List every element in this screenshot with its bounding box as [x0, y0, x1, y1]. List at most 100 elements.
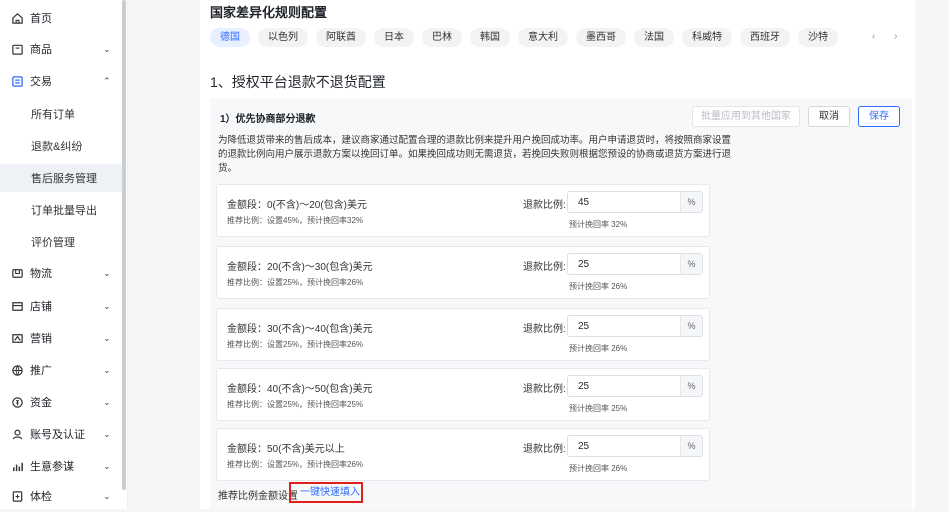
tier-estimate: 预计挽回率 25% — [569, 404, 628, 413]
tier-estimate: 预计挽回率 26% — [569, 464, 628, 473]
sidebar-sub-refunds[interactable]: 退款&纠纷 — [0, 132, 122, 160]
tier-estimate: 预计挽回率 32% — [569, 220, 628, 229]
tier-recommendation: 推荐比例：设置25%，预计挽回率26% — [227, 278, 364, 287]
home-icon — [10, 11, 24, 25]
sidebar-item-funds[interactable]: 资金 ⌄ — [0, 386, 128, 418]
sidebar-item-promotion[interactable]: 推广 ⌄ — [0, 354, 128, 386]
sidebar-item-label: 商品 — [30, 44, 52, 56]
country-config-title: 国家差异化规则配置 — [210, 5, 328, 20]
ratio-input[interactable] — [568, 376, 678, 396]
sidebar-item-shop[interactable]: 店铺 ⌄ — [0, 290, 128, 322]
sidebar-sub-batch-export[interactable]: 订单批量导出 — [0, 196, 122, 224]
sidebar-item-marketing[interactable]: 营销 ⌄ — [0, 322, 128, 354]
panel-description: 为降低退货带来的售后成本，建议商家通过配置合理的退款比例来提升用户挽回成功率。用… — [218, 135, 732, 174]
ratio-label: 退款比例: — [523, 384, 566, 395]
chevron-down-icon: ⌄ — [103, 460, 111, 471]
tier-range: 金额段：30(不含)～40(包含)美元 — [227, 324, 373, 335]
sidebar-item-product[interactable]: 商品 ⌄ — [0, 33, 128, 65]
tab-scroll-arrows[interactable]: ‹ › — [872, 31, 905, 42]
tab-uae[interactable]: 阿联酋 — [316, 28, 366, 47]
tier-range: 金额段：0(不含)～20(包含)美元 — [227, 200, 368, 211]
chevron-down-icon: ⌄ — [103, 428, 111, 439]
ratio-label: 退款比例: — [523, 262, 566, 273]
sidebar-sub-all-orders[interactable]: 所有订单 — [0, 100, 122, 128]
chevron-down-icon: ⌄ — [103, 396, 111, 407]
tab-italy[interactable]: 意大利 — [518, 28, 568, 47]
product-icon — [10, 42, 24, 56]
amount-tier-row: 金额段：20(不含)～30(包含)美元 推荐比例：设置25%，预计挽回率26% … — [216, 246, 710, 299]
sidebar-item-home[interactable]: 首页 — [0, 2, 128, 34]
analytics-icon — [10, 459, 24, 473]
tab-saudi[interactable]: 沙特 — [798, 28, 838, 47]
chevron-down-icon: ⌄ — [103, 490, 111, 501]
chevron-down-icon: ⌄ — [103, 364, 111, 375]
ratio-input[interactable] — [568, 192, 678, 212]
sidebar-item-label: 店铺 — [30, 301, 52, 313]
tab-mexico[interactable]: 墨西哥 — [576, 28, 626, 47]
tier-recommendation: 推荐比例：设置25%，预计挽回率26% — [227, 460, 364, 469]
chevron-up-icon: ⌃ — [103, 75, 111, 86]
checkup-icon — [10, 489, 24, 503]
tab-bahrain[interactable]: 巴林 — [422, 28, 462, 47]
sidebar-item-label: 账号及认证 — [30, 429, 85, 441]
order-icon — [10, 74, 24, 88]
batch-apply-button[interactable]: 批量应用到其他国家 — [692, 106, 800, 127]
promotion-icon — [10, 363, 24, 377]
chevron-down-icon: ⌄ — [103, 300, 111, 311]
country-tabs: 德国 以色列 阿联酋 日本 巴林 韩国 意大利 墨西哥 法国 科威特 西班牙 沙… — [210, 28, 838, 48]
chevron-down-icon: ⌄ — [103, 267, 111, 278]
chevron-down-icon: ⌄ — [103, 43, 111, 54]
sidebar-item-trade[interactable]: 交易 ⌃ — [0, 65, 128, 97]
tab-germany[interactable]: 德国 — [210, 28, 250, 47]
ratio-field: % — [567, 375, 703, 397]
quick-fill-link[interactable]: 一键快速填入 — [289, 482, 363, 503]
refund-config-panel: 1）优先协商部分退款 批量应用到其他国家 取消 保存 为降低退货带来的售后成本，… — [210, 98, 912, 509]
sidebar-sub-after-sales[interactable]: 售后服务管理 — [0, 164, 122, 192]
tier-recommendation: 推荐比例：设置25%，预计挽回率26% — [227, 340, 364, 349]
sidebar-item-account[interactable]: 账号及认证 ⌄ — [0, 418, 128, 450]
percent-suffix: % — [680, 316, 702, 336]
sidebar-item-analytics[interactable]: 生意参谋 ⌄ — [0, 450, 128, 482]
amount-tier-row: 金额段：30(不含)～40(包含)美元 推荐比例：设置25%，预计挽回率26% … — [216, 308, 710, 361]
ratio-field: % — [567, 253, 703, 275]
tab-israel[interactable]: 以色列 — [258, 28, 308, 47]
ratio-label: 退款比例: — [523, 200, 566, 211]
tab-spain[interactable]: 西班牙 — [740, 28, 790, 47]
ratio-field: % — [567, 315, 703, 337]
sidebar-sub-reviews[interactable]: 评价管理 — [0, 228, 122, 256]
cancel-button[interactable]: 取消 — [808, 106, 850, 127]
shop-icon — [10, 299, 24, 313]
sidebar-scrollbar[interactable] — [122, 0, 126, 490]
section-title: 1、授权平台退款不退货配置 — [210, 74, 386, 90]
sidebar-item-checkup[interactable]: 体检 ⌄ — [0, 480, 128, 512]
save-button[interactable]: 保存 — [858, 106, 900, 127]
tier-estimate: 预计挽回率 26% — [569, 282, 628, 291]
ratio-label: 退款比例: — [523, 324, 566, 335]
percent-suffix: % — [680, 192, 702, 212]
ratio-field: % — [567, 435, 703, 457]
tier-range: 金额段：20(不含)～30(包含)美元 — [227, 262, 373, 273]
chevron-down-icon: ⌄ — [103, 332, 111, 343]
sidebar-item-logistics[interactable]: 物流 ⌄ — [0, 257, 128, 289]
sidebar-item-label: 生意参谋 — [30, 461, 74, 473]
tab-japan[interactable]: 日本 — [374, 28, 414, 47]
marketing-icon — [10, 331, 24, 345]
sidebar-item-label: 首页 — [30, 13, 52, 25]
sidebar-item-label: 推广 — [30, 365, 52, 377]
sidebar-item-label: 营销 — [30, 333, 52, 345]
tier-range: 金额段：50(不含)美元以上 — [227, 444, 345, 455]
sidebar-item-label: 物流 — [30, 268, 52, 280]
tab-france[interactable]: 法国 — [634, 28, 674, 47]
money-icon — [10, 395, 24, 409]
ratio-input[interactable] — [568, 436, 678, 456]
ratio-input[interactable] — [568, 254, 678, 274]
recommend-setting-label: 推荐比例金额设置 — [218, 491, 298, 502]
amount-tier-row: 金额段：40(不含)～50(包含)美元 推荐比例：设置25%，预计挽回率25% … — [216, 368, 710, 421]
percent-suffix: % — [680, 436, 702, 456]
tab-korea[interactable]: 韩国 — [470, 28, 510, 47]
tab-kuwait[interactable]: 科威特 — [682, 28, 732, 47]
ratio-input[interactable] — [568, 316, 678, 336]
sidebar-item-label: 资金 — [30, 397, 52, 409]
user-icon — [10, 427, 24, 441]
tier-recommendation: 推荐比例：设置25%，预计挽回率25% — [227, 400, 364, 409]
